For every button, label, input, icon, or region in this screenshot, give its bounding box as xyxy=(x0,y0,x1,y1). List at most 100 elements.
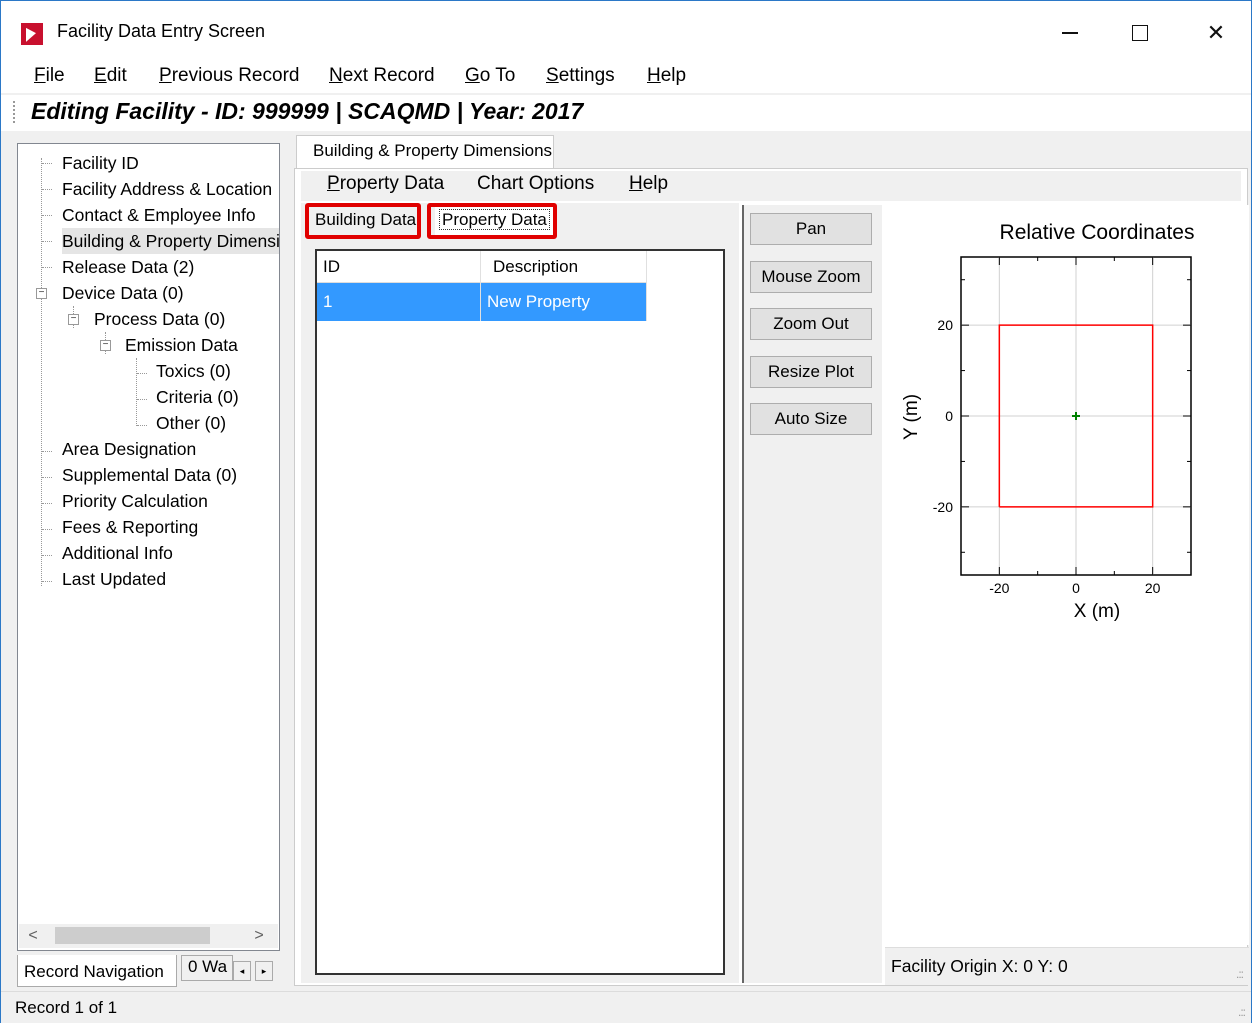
tree-guide-line xyxy=(41,158,42,586)
tab-building-property-dimensions[interactable]: Building & Property Dimensions xyxy=(296,135,554,169)
scroll-left-icon[interactable]: < xyxy=(21,924,45,948)
tree-item-area-designation[interactable]: Area Designation xyxy=(62,436,196,462)
inner-menu-help-label: elp xyxy=(642,173,669,194)
editing-facility-title: Editing Facility - ID: 999999 | SCAQMD |… xyxy=(31,98,584,124)
menu-settings-label: ettings xyxy=(558,65,615,86)
toolbar-grip[interactable] xyxy=(13,101,16,123)
grid-cell-id[interactable]: 1 xyxy=(317,283,481,321)
tree-horizontal-scrollbar[interactable]: < > xyxy=(19,924,278,948)
minimize-button[interactable] xyxy=(1047,13,1093,53)
auto-size-button[interactable]: Auto Size xyxy=(750,403,872,435)
highlight-property-data xyxy=(427,203,557,239)
editing-header: Editing Facility - ID: 999999 | SCAQMD |… xyxy=(1,95,1251,131)
inner-menu-bar: Property Data Chart Options Help xyxy=(301,171,1241,201)
tab-scroll-right-icon[interactable]: ▸ xyxy=(255,961,273,981)
resize-plot-button[interactable]: Resize Plot xyxy=(750,356,872,388)
status-bar: Record 1 of 1 .:: xyxy=(1,991,1251,1023)
y-tick-label: 20 xyxy=(937,317,953,333)
window-title: Facility Data Entry Screen xyxy=(57,21,266,41)
minimize-icon xyxy=(1062,32,1078,34)
mouse-zoom-button[interactable]: Mouse Zoom xyxy=(750,261,872,293)
inner-menu-property-accel: P xyxy=(327,173,340,194)
tree-branch xyxy=(42,241,52,242)
menu-bar: File Edit Previous Record Next Record Go… xyxy=(1,61,1251,93)
x-tick-label: 0 xyxy=(1072,580,1080,596)
tree-item-additional-info[interactable]: Additional Info xyxy=(62,540,173,566)
maximize-button[interactable] xyxy=(1117,13,1163,53)
relative-coordinates-chart[interactable]: Relative Coordinates X (m) Y (m) -20 0 20 2… xyxy=(885,205,1249,945)
table-row[interactable]: 1 New Property xyxy=(317,283,647,321)
app-logo-icon xyxy=(21,23,43,45)
y-tick-label: 0 xyxy=(945,408,953,424)
pan-button[interactable]: Pan xyxy=(750,213,872,245)
collapse-device-data-icon[interactable]: − xyxy=(36,288,47,299)
tree-branch xyxy=(42,189,52,190)
tree-item-toxics[interactable]: Toxics (0) xyxy=(156,358,231,384)
menu-previous-accel: P xyxy=(159,65,172,86)
menu-help[interactable]: Help xyxy=(647,65,686,87)
tree-item-facility-address[interactable]: Facility Address & Location xyxy=(62,176,272,202)
menu-edit[interactable]: Edit xyxy=(94,65,127,87)
menu-help-accel: H xyxy=(647,65,661,86)
tree-item-device-data[interactable]: Device Data (0) xyxy=(62,280,184,306)
tree-item-emission-data[interactable]: Emission Data xyxy=(125,332,238,358)
tree-item-supplemental-data[interactable]: Supplemental Data (0) xyxy=(62,462,237,488)
window-resize-grip-icon[interactable]: .:: xyxy=(1238,1005,1246,1019)
tree-item-release-data[interactable]: Release Data (2) xyxy=(62,254,194,280)
highlight-building-data xyxy=(305,203,421,239)
scrollbar-thumb[interactable] xyxy=(55,927,210,944)
tree-item-building-property[interactable]: Building & Property Dimensi xyxy=(62,228,279,254)
tree-branch xyxy=(137,373,147,374)
tree-guide-line xyxy=(136,358,137,426)
maximize-icon xyxy=(1132,25,1148,41)
record-count-status: Record 1 of 1 xyxy=(15,998,118,1017)
zoom-out-button[interactable]: Zoom Out xyxy=(750,308,872,340)
menu-go-to[interactable]: Go To xyxy=(465,65,515,87)
tree-item-criteria[interactable]: Criteria (0) xyxy=(156,384,239,410)
tree-item-contact-employee[interactable]: Contact & Employee Info xyxy=(62,202,256,228)
menu-next-accel: N xyxy=(329,65,343,86)
tree-item-facility-id[interactable]: Facility ID xyxy=(62,150,139,176)
tree-branch xyxy=(42,163,52,164)
tree-item-process-data[interactable]: Process Data (0) xyxy=(94,306,225,332)
y-tick-label: -20 xyxy=(933,499,953,515)
title-bar: Facility Data Entry Screen ✕ xyxy=(1,1,1251,61)
menu-file-label: ile xyxy=(45,65,65,86)
menu-next-record[interactable]: Next Record xyxy=(329,65,435,87)
tree-branch xyxy=(137,425,147,426)
tab-warnings[interactable]: 0 Wa xyxy=(181,955,233,981)
grid-cell-description[interactable]: New Property xyxy=(481,283,647,321)
menu-edit-accel: E xyxy=(94,65,107,86)
tree-branch xyxy=(42,555,52,556)
record-navigation-panel: − − − Facility ID Facility Address & Loc… xyxy=(17,143,280,951)
grid-col-id[interactable]: ID xyxy=(317,251,481,283)
tree-branch xyxy=(42,581,52,582)
menu-file-accel: F xyxy=(34,65,46,86)
menu-previous-record[interactable]: Previous Record xyxy=(159,65,299,87)
inner-menu-property-data[interactable]: Property Data xyxy=(327,173,444,195)
close-button[interactable]: ✕ xyxy=(1193,13,1239,53)
collapse-emission-data-icon[interactable]: − xyxy=(100,340,111,351)
tab-content-panel: Property Data Chart Options Help Buildin… xyxy=(294,168,1249,986)
relative-coordinates-chart-area[interactable]: Relative Coordinates X (m) Y (m) -20 0 20 2… xyxy=(885,205,1249,945)
menu-goto-accel: G xyxy=(465,65,480,86)
scroll-right-icon[interactable]: > xyxy=(247,924,271,948)
menu-edit-label: dit xyxy=(106,65,127,86)
tree-branch xyxy=(42,503,52,504)
menu-settings[interactable]: Settings xyxy=(546,65,615,87)
tab-scroll-left-icon[interactable]: ◂ xyxy=(233,961,251,981)
tree-branch xyxy=(42,451,52,452)
tree-branch xyxy=(42,529,52,530)
close-icon: ✕ xyxy=(1206,20,1226,45)
x-tick-label: 20 xyxy=(1145,580,1161,596)
inner-menu-help[interactable]: Help xyxy=(629,173,668,195)
tree-item-other[interactable]: Other (0) xyxy=(156,410,226,436)
tree-item-fees-reporting[interactable]: Fees & Reporting xyxy=(62,514,198,540)
grid-col-description[interactable]: Description xyxy=(481,251,647,283)
menu-file[interactable]: File xyxy=(34,65,65,87)
inner-menu-chart-options[interactable]: Chart Options xyxy=(477,173,594,195)
collapse-process-data-icon[interactable]: − xyxy=(68,314,79,325)
tab-record-navigation[interactable]: Record Navigation xyxy=(17,955,177,987)
tree-item-priority-calculation[interactable]: Priority Calculation xyxy=(62,488,208,514)
tree-item-last-updated[interactable]: Last Updated xyxy=(62,566,166,592)
